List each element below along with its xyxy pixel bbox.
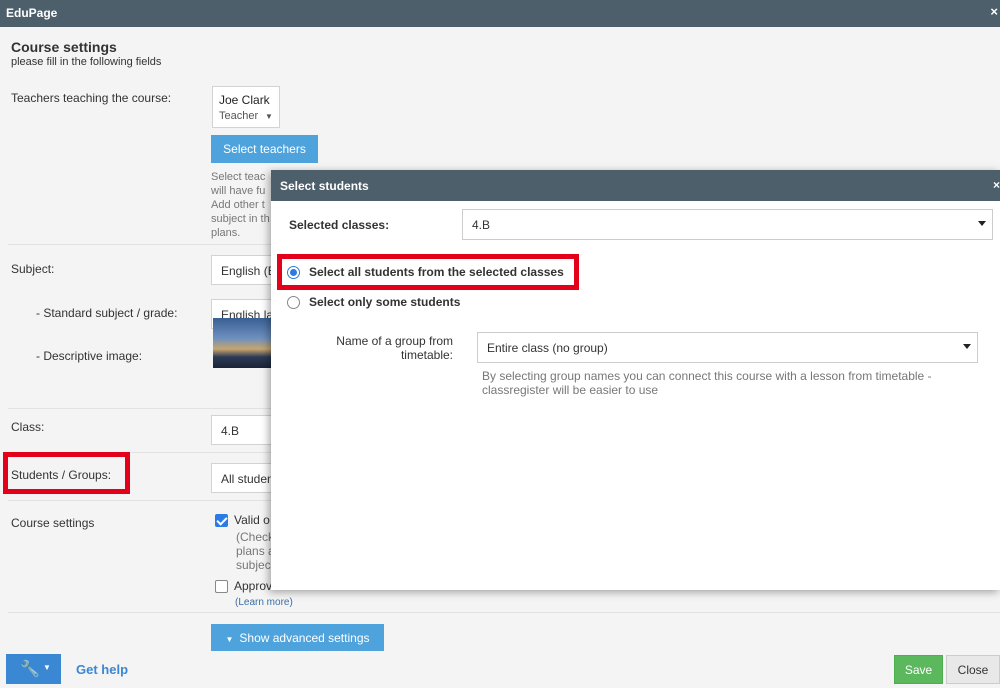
dialog-close-icon[interactable]: × [993,178,1000,192]
descriptive-image-label: - Descriptive image: [36,349,143,363]
group-help-text: By selecting group names you can connect… [482,369,932,397]
teacher-name: Joe Clark [219,93,270,107]
dialog-header: Select students × [271,170,1000,201]
class-value: 4.B [221,424,240,438]
app-title: EduPage [6,6,58,20]
approve-label: Approv [234,579,273,593]
help-line: subject in th [211,213,270,225]
app-close-icon[interactable]: × [990,4,998,19]
show-advanced-settings-button[interactable]: ▼ Show advanced settings [211,624,384,651]
page-subtitle: please fill in the following fields [11,56,162,68]
wrench-icon: 🔧 [20,661,40,678]
valid-help-text: (Check plans a subjec [236,530,272,572]
students-groups-value: All studen [221,472,273,486]
select-teachers-button[interactable]: Select teachers [211,135,318,163]
subject-value: English (E [221,264,273,278]
advanced-button-label: Show advanced settings [239,630,370,645]
radio-all-students[interactable] [287,266,300,279]
get-help-link[interactable]: Get help [76,662,128,677]
chevron-down-icon[interactable]: ▼ [265,112,273,121]
close-button[interactable]: Close [946,655,1000,684]
learn-more-link[interactable]: (Learn more) [235,597,293,608]
chevron-down-icon [963,344,971,349]
radio-some-students-label[interactable]: Select only some students [309,295,460,309]
radio-all-students-label[interactable]: Select all students from the selected cl… [309,265,564,279]
help-line: plans a [236,544,272,558]
selected-classes-label: Selected classes: [289,218,390,232]
save-button[interactable]: Save [894,655,943,684]
teacher-role[interactable]: Teacher [219,110,258,122]
valid-label: Valid o [234,513,270,527]
divider [8,612,1000,613]
course-settings-label: Course settings [11,516,95,530]
teachers-help-text: Select teac will have fu Add other t sub… [211,170,273,240]
group-name-label: Name of a group from timetable: [336,334,453,362]
class-label: Class: [11,420,45,434]
group-name-value: Entire class (no group) [487,341,608,355]
subject-field[interactable]: English (E [211,255,273,285]
page-title: Course settings [11,39,117,55]
teacher-card[interactable]: Joe Clark Teacher ▼ [212,86,280,128]
radio-some-students[interactable] [287,296,300,309]
approve-checkbox[interactable] [215,580,228,593]
select-students-dialog: Select students × Selected classes: 4.B … [271,170,1000,590]
chevron-down-icon: ▼ [43,663,51,672]
help-line: will have fu [211,185,266,197]
class-field[interactable]: 4.B [211,415,273,445]
group-name-select[interactable]: Entire class (no group) [477,332,978,363]
help-line: Select teac [211,171,266,183]
app-titlebar: EduPage × [0,0,1000,27]
caret-down-icon: ▼ [225,634,234,644]
help-line: subjec [236,558,271,572]
students-groups-label: Students / Groups: [11,468,112,482]
help-line: plans. [211,227,241,239]
help-line: Add other t [211,199,265,211]
chevron-down-icon [978,221,986,226]
students-groups-field[interactable]: All studen [211,463,273,493]
tools-menu-button[interactable]: 🔧 ▼ [6,654,61,684]
teachers-label: Teachers teaching the course: [11,91,172,105]
standard-subject-label: - Standard subject / grade: [36,306,178,320]
valid-checkbox[interactable] [215,514,228,527]
subject-label: Subject: [11,262,55,276]
selected-classes-value: 4.B [472,218,491,232]
selected-classes-select[interactable]: 4.B [462,209,993,240]
descriptive-image[interactable] [213,318,273,368]
help-line: (Check [236,530,272,544]
dialog-title: Select students [280,179,369,193]
